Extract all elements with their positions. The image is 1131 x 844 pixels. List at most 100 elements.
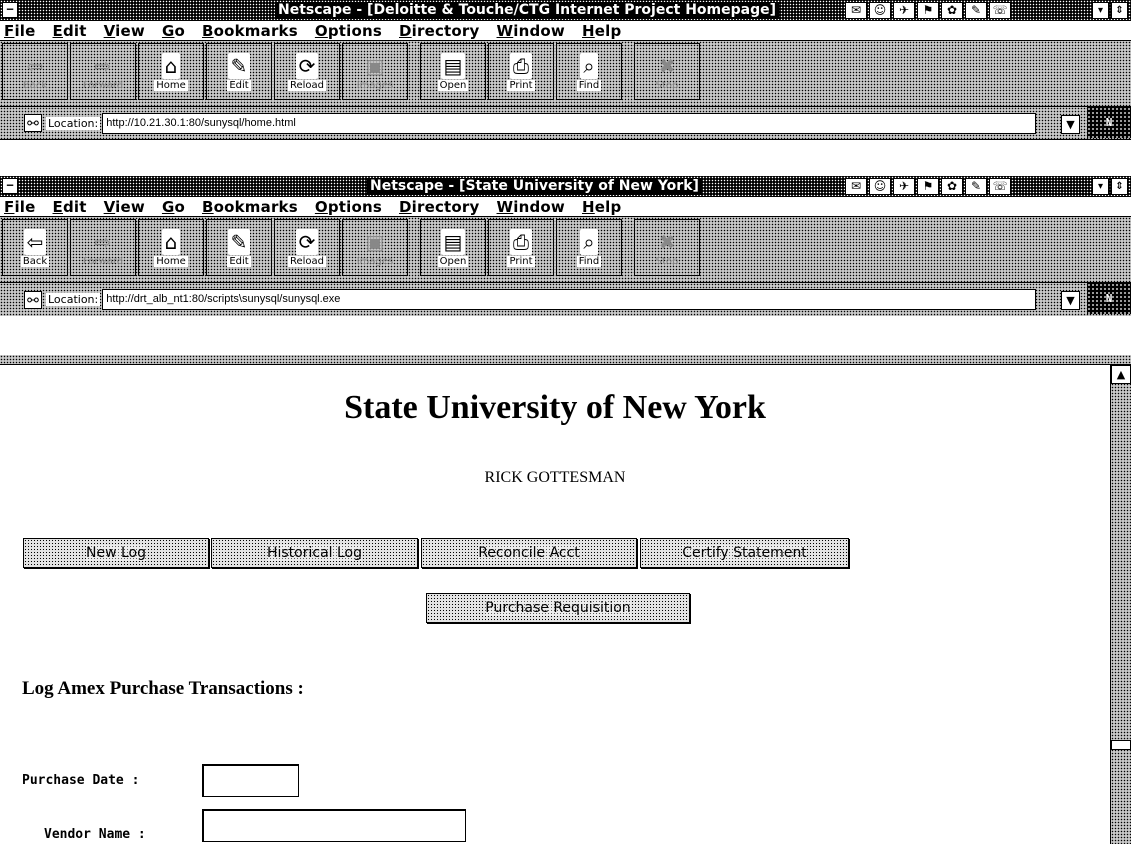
menu-bookmarks[interactable]: Bookmarks — [202, 22, 298, 40]
menu-directory[interactable]: Directory — [399, 22, 480, 40]
menu-view[interactable]: View — [104, 198, 145, 216]
tool-icon[interactable]: ✈ — [893, 2, 915, 19]
menu-help[interactable]: Help — [582, 22, 621, 40]
tool-icon[interactable]: ⚑ — [917, 2, 939, 19]
edit-icon: ✎ — [227, 228, 251, 255]
tool-icon[interactable]: ✎ — [965, 2, 987, 19]
reconcile-acct-button[interactable]: Reconcile Acct — [421, 538, 637, 568]
menu-view[interactable]: View — [104, 22, 145, 40]
menu-options[interactable]: Options — [315, 22, 382, 40]
menu-edit[interactable]: Edit — [53, 22, 87, 40]
dropdown-arrow-icon[interactable]: ▼ — [1061, 115, 1080, 134]
menu-window[interactable]: Window — [497, 22, 565, 40]
purchase-date-input[interactable] — [202, 764, 299, 797]
historical-log-button[interactable]: Historical Log — [211, 538, 418, 568]
menu-go[interactable]: Go — [162, 198, 185, 216]
home-button[interactable]: ⌂ Home — [138, 219, 204, 276]
tool-icon[interactable]: ✿ — [941, 178, 963, 195]
title-bar[interactable]: − Netscape - [Deloitte & Touche/CTG Inte… — [0, 0, 1131, 21]
stop-icon: ✖ — [658, 53, 676, 78]
forward-button[interactable]: ⇨ Forward — [70, 43, 136, 100]
tool-icon[interactable]: ☏ — [989, 178, 1011, 195]
home-icon: ⌂ — [161, 52, 181, 79]
purchase-requisition-button[interactable]: Purchase Requisition — [426, 593, 690, 623]
button-label: Reconcile Acct — [478, 545, 580, 561]
find-button[interactable]: ⌕ Find — [556, 219, 622, 276]
menu-bar: File Edit View Go Bookmarks Options Dire… — [0, 21, 1131, 41]
new-log-button[interactable]: New Log — [23, 538, 209, 568]
tool-icon[interactable]: ✿ — [941, 2, 963, 19]
menu-window[interactable]: Window — [497, 198, 565, 216]
window-controls: ▾ ⇕ — [1092, 2, 1128, 19]
button-label: Certify Statement — [682, 545, 807, 561]
menu-options[interactable]: Options — [315, 198, 382, 216]
minimize-button[interactable]: ▾ — [1092, 178, 1109, 195]
link-icon[interactable]: ⚯ — [24, 290, 42, 309]
window-title: Netscape - [Deloitte & Touche/CTG Intern… — [275, 2, 780, 19]
restore-button[interactable]: ⇕ — [1111, 2, 1128, 19]
tool-icon[interactable]: ☺ — [869, 178, 891, 195]
edit-button[interactable]: ✎ Edit — [206, 43, 272, 100]
home-button[interactable]: ⌂ Home — [138, 43, 204, 100]
netscape-window-1: − Netscape - [Deloitte & Touche/CTG Inte… — [0, 0, 1131, 140]
location-input[interactable]: http://10.21.30.1:80/sunysql/home.html — [102, 112, 1037, 134]
toolbar-label: Forward — [82, 255, 124, 267]
window-controls: ▾ ⇕ — [1092, 178, 1128, 195]
back-button[interactable]: ⇦ Back — [2, 219, 68, 276]
system-menu-icon[interactable]: − — [2, 178, 18, 194]
page-title: State University of New York — [344, 389, 766, 426]
location-bar: ⚯ Location: http://drt_alb_nt1:80/script… — [0, 283, 1131, 316]
print-button[interactable]: ⎙ Print — [488, 219, 554, 276]
title-bar[interactable]: − Netscape - [State University of New Yo… — [0, 176, 1131, 197]
tool-icon[interactable]: ✉ — [845, 2, 867, 19]
home-icon: ⌂ — [161, 228, 181, 255]
vendor-name-input[interactable] — [202, 809, 466, 842]
menu-directory[interactable]: Directory — [399, 198, 480, 216]
menu-help[interactable]: Help — [582, 198, 621, 216]
edit-button[interactable]: ✎ Edit — [206, 219, 272, 276]
dropdown-arrow-icon[interactable]: ▼ — [1061, 291, 1080, 310]
tool-icon[interactable]: ☏ — [989, 2, 1011, 19]
vertical-scrollbar[interactable]: ▲ — [1110, 365, 1131, 844]
menu-file[interactable]: File — [4, 198, 36, 216]
back-button[interactable]: ⇦ Back — [2, 43, 68, 100]
images-button[interactable]: ▣ Images — [342, 219, 408, 276]
images-button[interactable]: ▣ Images — [342, 43, 408, 100]
print-button[interactable]: ⎙ Print — [488, 43, 554, 100]
menu-go[interactable]: Go — [162, 22, 185, 40]
button-label: Purchase Requisition — [485, 600, 631, 616]
netscape-logo-icon[interactable]: N — [1087, 107, 1131, 138]
reload-button[interactable]: ⟳ Reload — [274, 219, 340, 276]
toolbar-label: Home — [154, 79, 188, 91]
certify-statement-button[interactable]: Certify Statement — [640, 538, 849, 568]
menu-file[interactable]: File — [4, 22, 36, 40]
menu-bookmarks[interactable]: Bookmarks — [202, 198, 298, 216]
menu-edit[interactable]: Edit — [53, 198, 87, 216]
forward-button[interactable]: ⇨ Forward — [70, 219, 136, 276]
tool-icon[interactable]: ⚑ — [917, 178, 939, 195]
forward-icon: ⇨ — [94, 229, 112, 254]
open-button[interactable]: ▤ Open — [420, 43, 486, 100]
link-icon[interactable]: ⚯ — [24, 114, 42, 132]
stop-icon: ✖ — [658, 229, 676, 254]
netscape-logo-icon[interactable]: N — [1087, 283, 1131, 314]
open-button[interactable]: ▤ Open — [420, 219, 486, 276]
images-icon: ▣ — [365, 53, 385, 78]
tool-icon[interactable]: ☺ — [869, 2, 891, 19]
minimize-button[interactable]: ▾ — [1092, 2, 1109, 19]
scroll-thumb[interactable] — [1111, 740, 1131, 750]
reload-button[interactable]: ⟳ Reload — [274, 43, 340, 100]
toolbar: ⇦ Back ⇨ Forward ⌂ Home ✎ Edit ⟳ Reload ▣ Images ▤ Op… — [0, 41, 1131, 107]
find-button[interactable]: ⌕ Find — [556, 43, 622, 100]
system-menu-icon[interactable]: − — [2, 2, 18, 18]
toolbar-label: Home — [154, 255, 188, 267]
forward-icon: ⇨ — [94, 53, 112, 78]
tool-icon[interactable]: ✉ — [845, 178, 867, 195]
restore-button[interactable]: ⇕ — [1111, 178, 1128, 195]
location-input[interactable]: http://drt_alb_nt1:80/scripts\sunysql/su… — [102, 289, 1037, 310]
tool-icon[interactable]: ✈ — [893, 178, 915, 195]
stop-button[interactable]: ✖ Stop — [634, 43, 700, 100]
scroll-up-arrow-icon[interactable]: ▲ — [1111, 365, 1131, 384]
tool-icon[interactable]: ✎ — [965, 178, 987, 195]
stop-button[interactable]: ✖ Stop — [634, 219, 700, 276]
